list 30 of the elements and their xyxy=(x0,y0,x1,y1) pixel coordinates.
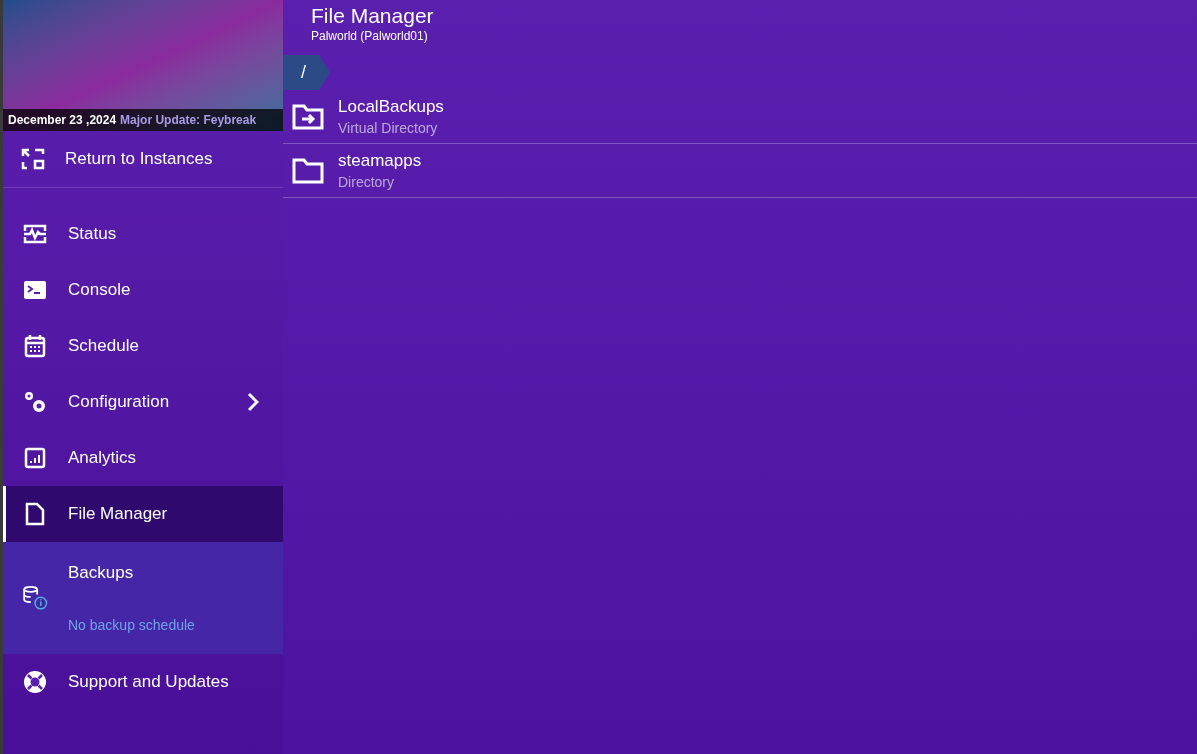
nav-item[interactable]: Console xyxy=(3,262,283,318)
pulse-icon xyxy=(23,224,47,244)
nav-item[interactable]: Backups No backup schedule xyxy=(3,542,283,654)
bar-chart-icon xyxy=(24,447,46,469)
calendar-icon xyxy=(24,334,46,358)
banner-headline: Major Update: Feybreak xyxy=(120,112,257,129)
nav-item[interactable]: Status xyxy=(3,206,283,262)
folder-icon xyxy=(292,157,324,184)
file-row[interactable]: LocalBackups Virtual Directory xyxy=(283,90,1197,144)
page-subtitle: Palworld (Palworld01) xyxy=(311,29,429,43)
nav-item[interactable]: Schedule xyxy=(3,318,283,374)
file-type: Directory xyxy=(338,172,395,192)
folder-arrow-icon xyxy=(292,103,324,130)
nav-item[interactable]: Analytics xyxy=(3,430,283,486)
nav-item[interactable]: File Manager xyxy=(3,486,283,542)
chevron-right-icon xyxy=(247,392,259,412)
file-row[interactable]: steamapps Directory xyxy=(283,144,1197,198)
breadcrumb-item[interactable]: / xyxy=(283,55,330,90)
file-icon xyxy=(25,502,45,526)
file-name: steamapps xyxy=(338,149,422,172)
banner-date: December 23 ,2024 xyxy=(8,112,117,129)
file-type: Virtual Directory xyxy=(338,118,439,138)
terminal-icon xyxy=(23,280,47,300)
nav-label: Backups xyxy=(68,562,135,584)
nav-item[interactable]: Support and Updates xyxy=(3,654,283,710)
lifebuoy-icon xyxy=(23,670,47,694)
nav-item[interactable]: Configuration xyxy=(3,374,283,430)
backup-status: No backup schedule xyxy=(68,616,195,635)
file-name: LocalBackups xyxy=(338,95,444,118)
page-title: File Manager xyxy=(311,3,435,29)
